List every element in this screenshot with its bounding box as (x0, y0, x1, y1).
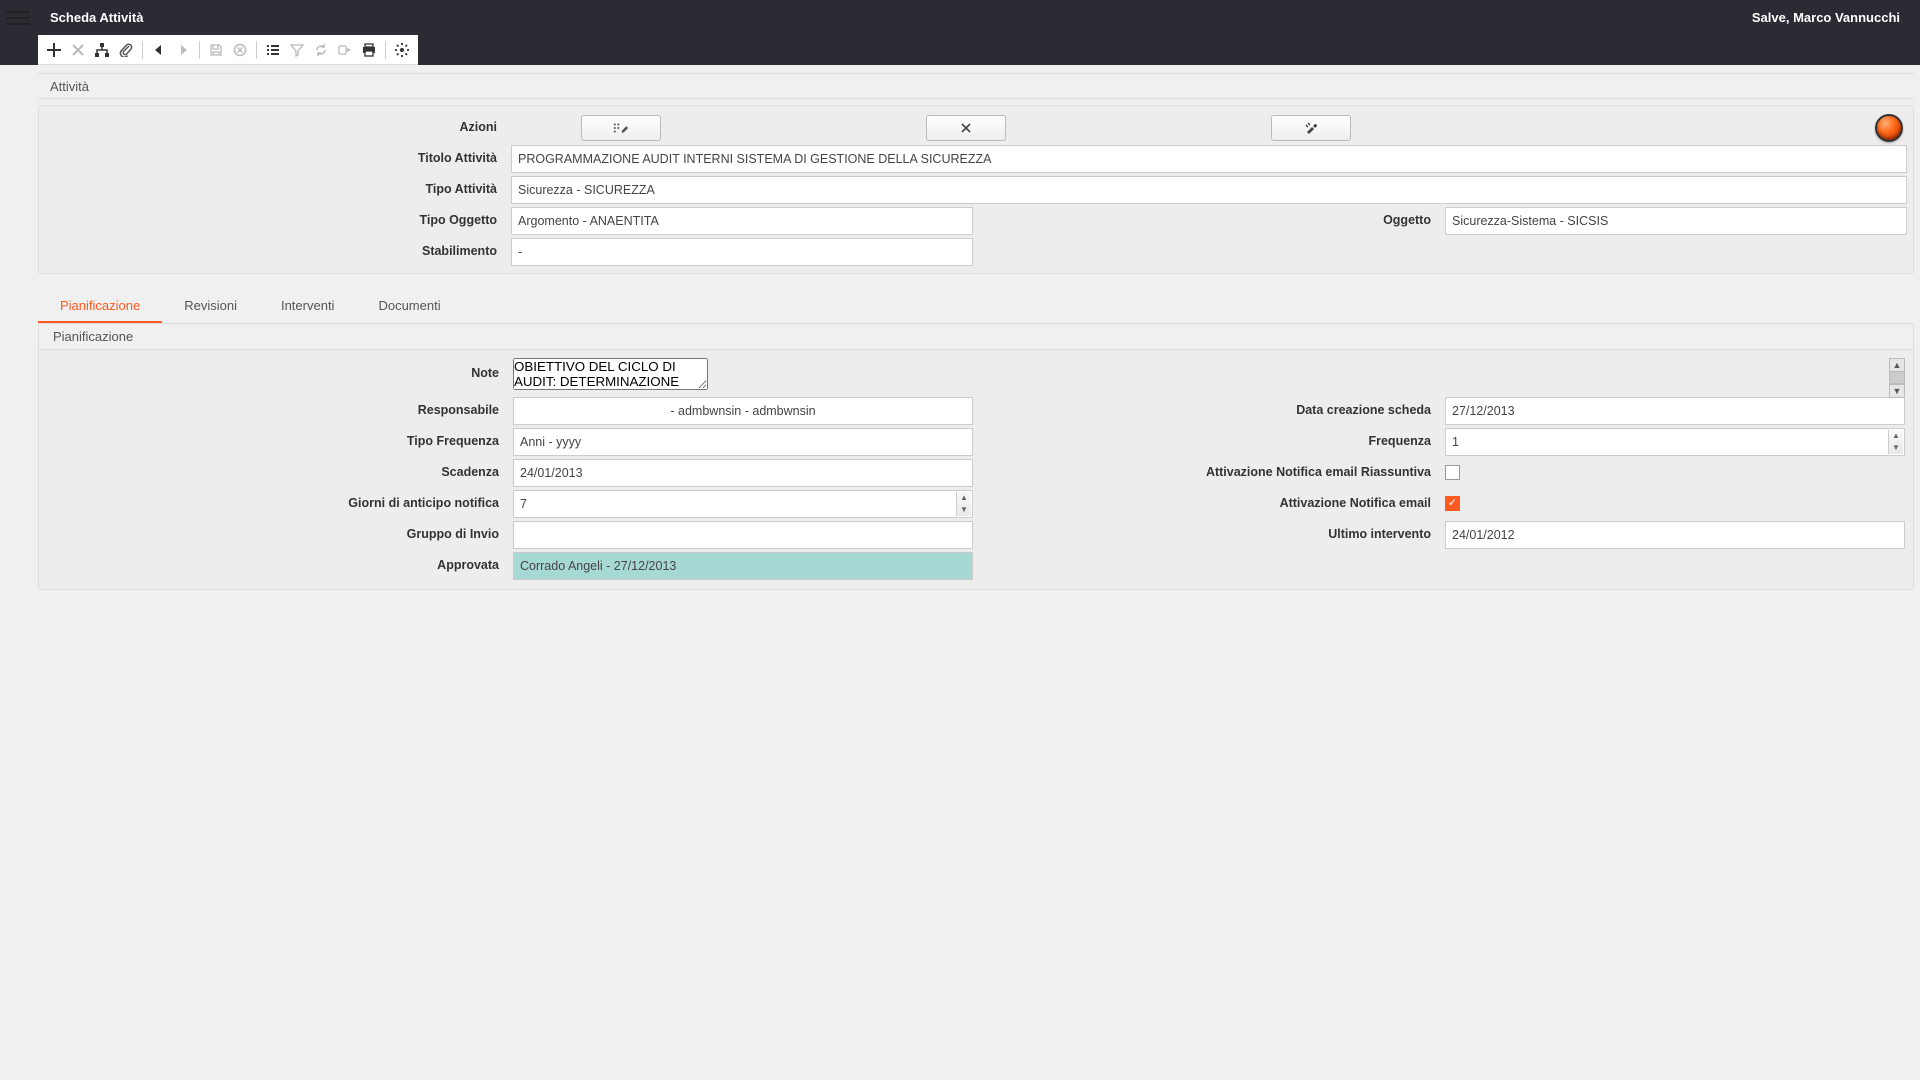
oggetto-label: Oggetto (979, 205, 1439, 236)
oggetto-input[interactable] (1445, 207, 1907, 235)
responsabile-label: Responsabile (47, 395, 507, 426)
delete-button[interactable] (66, 38, 90, 62)
attivita-panel: Azioni Titolo Attività Tipo Attività Tip… (38, 105, 1914, 274)
hamburger-menu[interactable] (4, 6, 44, 30)
titolo-input[interactable] (511, 145, 1907, 173)
tabs: Pianificazione Revisioni Interventi Docu… (38, 290, 1914, 324)
note-textarea[interactable] (513, 358, 708, 390)
save-button[interactable] (204, 38, 228, 62)
list-button[interactable] (261, 38, 285, 62)
note-scroll-up[interactable]: ▲ (1889, 358, 1905, 372)
back-button[interactable] (147, 38, 171, 62)
scadenza-label: Scadenza (47, 457, 507, 488)
tipo-oggetto-input[interactable] (511, 207, 973, 235)
note-label: Note (47, 358, 507, 395)
giorni-up[interactable]: ▲ (957, 492, 971, 504)
toolbar (0, 35, 1920, 65)
approvata-field: Corrado Angeli - 27/12/2013 (513, 552, 973, 580)
giorni-anticipo-label: Giorni di anticipo notifica (47, 488, 507, 519)
giorni-down[interactable]: ▼ (957, 504, 971, 516)
tipo-frequenza-label: Tipo Frequenza (47, 426, 507, 457)
tab-revisioni[interactable]: Revisioni (162, 290, 259, 323)
stabilimento-label: Stabilimento (45, 236, 505, 267)
page-title: Scheda Attività (50, 10, 143, 25)
section-header-attivita: Attività (38, 73, 1914, 99)
frequenza-up[interactable]: ▲ (1889, 430, 1903, 442)
frequenza-down[interactable]: ▼ (1889, 442, 1903, 454)
cancel-button[interactable] (228, 38, 252, 62)
new-button[interactable] (42, 38, 66, 62)
filter-button[interactable] (285, 38, 309, 62)
refresh-a-button[interactable] (309, 38, 333, 62)
gruppo-invio-input[interactable] (513, 521, 973, 549)
status-indicator (1875, 114, 1903, 142)
pianificazione-header: Pianificazione (38, 324, 1914, 350)
data-creazione-label: Data creazione scheda (979, 395, 1439, 426)
titolo-label: Titolo Attività (45, 143, 505, 174)
action-edit-button[interactable] (581, 115, 661, 141)
note-scroll-down[interactable]: ▼ (1889, 384, 1905, 398)
note-scroll-thumb[interactable] (1889, 372, 1905, 384)
tab-pianificazione[interactable]: Pianificazione (38, 290, 162, 323)
notifica-riassuntiva-checkbox[interactable] (1445, 465, 1460, 480)
giorni-anticipo-input[interactable] (513, 490, 973, 518)
ultimo-intervento-label: Ultimo intervento (979, 519, 1439, 550)
data-creazione-input[interactable] (1445, 397, 1905, 425)
azioni-label: Azioni (45, 112, 505, 143)
forward-button[interactable] (171, 38, 195, 62)
scadenza-input[interactable] (513, 459, 973, 487)
frequenza-label: Frequenza (979, 426, 1439, 457)
ultimo-intervento-input[interactable] (1445, 521, 1905, 549)
frequenza-input[interactable] (1445, 428, 1905, 456)
notifica-riassuntiva-label: Attivazione Notifica email Riassuntiva (979, 457, 1439, 488)
notifica-email-label: Attivazione Notifica email (979, 488, 1439, 519)
tab-documenti[interactable]: Documenti (356, 290, 462, 323)
play-button[interactable] (333, 38, 357, 62)
action-tools-button[interactable] (1271, 115, 1351, 141)
responsabile-input[interactable] (513, 397, 973, 425)
attach-button[interactable] (114, 38, 138, 62)
hierarchy-button[interactable] (90, 38, 114, 62)
action-close-button[interactable] (926, 115, 1006, 141)
tipo-oggetto-label: Tipo Oggetto (45, 205, 505, 236)
settings-button[interactable] (390, 38, 414, 62)
topbar: Scheda Attività Salve, Marco Vannucchi (0, 0, 1920, 35)
tipo-attivita-label: Tipo Attività (45, 174, 505, 205)
approvata-label: Approvata (47, 550, 507, 581)
tipo-frequenza-input[interactable] (513, 428, 973, 456)
tab-interventi[interactable]: Interventi (259, 290, 356, 323)
pianificazione-panel: Pianificazione Note ▲ ▼ Responsabile Dat… (38, 324, 1914, 590)
stabilimento-input[interactable] (511, 238, 973, 266)
tipo-attivita-input[interactable] (511, 176, 1907, 204)
print-button[interactable] (357, 38, 381, 62)
notifica-email-checkbox[interactable]: ✓ (1445, 496, 1460, 511)
user-greeting: Salve, Marco Vannucchi (1752, 10, 1910, 25)
gruppo-invio-label: Gruppo di Invio (47, 519, 507, 550)
